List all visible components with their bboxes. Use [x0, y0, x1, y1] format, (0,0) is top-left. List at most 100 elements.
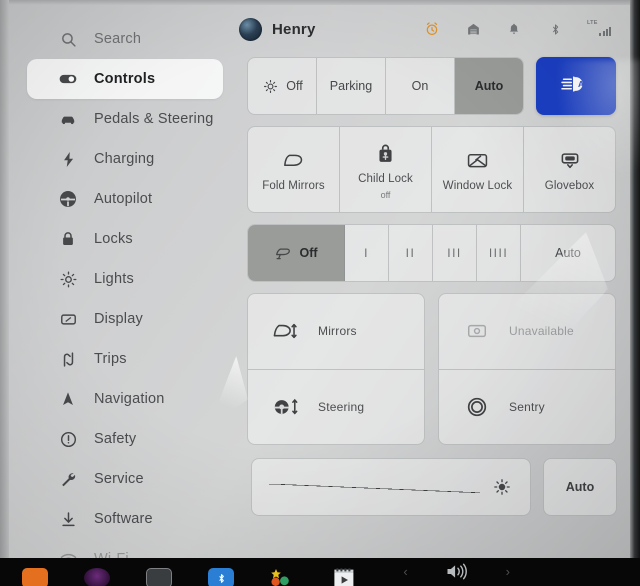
- brightness-auto-label: Auto: [565, 480, 595, 494]
- tile-label: Glovebox: [544, 179, 595, 192]
- camera-icon: [463, 320, 491, 342]
- brightness-slider[interactable]: [251, 458, 531, 516]
- wiper-off-option[interactable]: Off: [248, 225, 345, 281]
- bluetooth-app-icon[interactable]: [208, 568, 234, 586]
- profile-name: Henry: [272, 20, 316, 38]
- trips-icon: [57, 348, 79, 370]
- tile-label: Fold Mirrors: [262, 179, 325, 192]
- sidebar-item-locks[interactable]: Locks: [27, 219, 223, 259]
- bluetooth-icon[interactable]: [546, 20, 564, 38]
- wiper-speed-1-option[interactable]: I: [345, 225, 389, 281]
- lock-icon: [57, 228, 79, 250]
- sidebar-item-lights[interactable]: Lights: [27, 259, 223, 299]
- sidebar-item-trips[interactable]: Trips: [27, 339, 223, 379]
- sidebar-item-wifi[interactable]: Wi-Fi: [27, 539, 223, 558]
- sidebar-item-label: Charging: [94, 151, 155, 167]
- download-icon: [57, 508, 79, 530]
- mirror-adjust-icon: [272, 320, 300, 342]
- brightness-slider-track[interactable]: [266, 478, 480, 496]
- taskbar-media-controls: ‹ ›: [403, 558, 640, 586]
- glovebox-tile[interactable]: Glovebox: [524, 127, 615, 212]
- panel-label: Steering: [318, 399, 365, 414]
- media-previous-button[interactable]: ‹: [403, 565, 407, 578]
- auto-high-beam-button[interactable]: A: [536, 57, 616, 115]
- sidebar-item-navigation[interactable]: Navigation: [27, 379, 223, 419]
- sidebar-nav: Search Controls Pedals & Steering Chargi…: [9, 6, 231, 558]
- headlight-parking-option[interactable]: Parking: [317, 58, 386, 114]
- wiper-option-label: IIII: [488, 246, 509, 260]
- window-app-icon[interactable]: [146, 568, 172, 586]
- headlight-option-label: Parking: [329, 79, 373, 93]
- profile-button[interactable]: Henry: [239, 17, 316, 41]
- garage-home-icon[interactable]: [464, 20, 482, 38]
- volume-icon[interactable]: [444, 562, 470, 581]
- wiper-option-label: III: [447, 246, 462, 260]
- svg-text:A: A: [578, 79, 584, 89]
- headlight-auto-option[interactable]: Auto: [455, 58, 523, 114]
- wiper-speed-4-option[interactable]: IIII: [477, 225, 521, 281]
- sidebar-item-safety[interactable]: Safety: [27, 419, 223, 459]
- signal-bars: [599, 27, 611, 36]
- headlight-option-label: Off: [286, 79, 303, 93]
- adjustment-panels-row: Mirrors Steering Unavailable Sentry: [247, 293, 616, 445]
- child-lock-icon: [374, 142, 398, 166]
- headlights-row: Off Parking On Auto A: [247, 57, 616, 115]
- mirror-steering-panel: Mirrors Steering: [247, 293, 425, 445]
- brightness-auto-button[interactable]: Auto: [543, 458, 617, 516]
- sidebar-item-controls[interactable]: Controls: [27, 59, 223, 99]
- sidebar-item-label: Autopilot: [94, 191, 153, 207]
- screen-photo: Search Controls Pedals & Steering Chargi…: [0, 0, 640, 586]
- sidebar-item-charging[interactable]: Charging: [27, 139, 223, 179]
- wiper-speed-3-option[interactable]: III: [433, 225, 477, 281]
- purple-app-icon[interactable]: [84, 568, 110, 586]
- steering-adjust-icon: [272, 396, 300, 418]
- sidebar-item-autopilot[interactable]: Autopilot: [27, 179, 223, 219]
- sidebar-item-label: Display: [94, 311, 143, 327]
- media-next-button[interactable]: ›: [506, 565, 510, 578]
- lte-signal-icon[interactable]: LTE: [587, 20, 611, 38]
- orange-app-icon[interactable]: [22, 568, 48, 586]
- sidebar-item-label: Wi-Fi: [94, 551, 129, 558]
- status-bar: Henry LTE: [231, 10, 630, 48]
- steering-adjust-row[interactable]: Steering: [248, 370, 424, 445]
- avatar: [239, 17, 262, 41]
- window-lock-tile[interactable]: Window Lock: [432, 127, 524, 212]
- sentry-icon: [463, 396, 491, 418]
- sidebar-item-label: Search: [94, 31, 142, 47]
- child-lock-tile[interactable]: Child Lock off: [340, 127, 432, 212]
- video-app-icon[interactable]: [332, 568, 358, 586]
- bolt-icon: [57, 148, 79, 170]
- sidebar-item-label: Service: [94, 471, 144, 487]
- tesla-touchscreen-ui: Search Controls Pedals & Steering Chargi…: [0, 0, 640, 558]
- wiper-option-label: I: [364, 246, 369, 260]
- headlight-option-label: On: [411, 79, 429, 93]
- tile-sublabel: off: [380, 189, 391, 200]
- lte-label: LTE: [587, 20, 598, 26]
- sidebar-item-label: Navigation: [94, 391, 165, 407]
- wiper-speed-2-option[interactable]: II: [389, 225, 433, 281]
- sidebar-item-label: Pedals & Steering: [94, 111, 214, 127]
- sidebar-item-search[interactable]: Search: [27, 19, 223, 59]
- headlight-off-option[interactable]: Off: [248, 58, 317, 114]
- wiper-auto-option[interactable]: Auto: [521, 225, 615, 281]
- sidebar-item-display[interactable]: Display: [27, 299, 223, 339]
- alarm-clock-icon[interactable]: [423, 20, 441, 38]
- sidebar-item-pedals-steering[interactable]: Pedals & Steering: [27, 99, 223, 139]
- wiper-option-label: Auto: [555, 246, 581, 260]
- headlight-mode-segmented: Off Parking On Auto: [247, 57, 524, 115]
- bell-icon[interactable]: [505, 20, 523, 38]
- sidebar-item-software[interactable]: Software: [27, 499, 223, 539]
- sentry-mode-row[interactable]: Sentry: [439, 370, 615, 445]
- mirrors-adjust-row[interactable]: Mirrors: [248, 294, 424, 370]
- sidebar-item-service[interactable]: Service: [27, 459, 223, 499]
- camera-sentry-panel: Unavailable Sentry: [438, 293, 616, 445]
- headlight-on-option[interactable]: On: [386, 58, 455, 114]
- screen-bezel-left: [0, 0, 9, 558]
- controls-content: Henry LTE Off Parking On Auto A Fold Mir…: [231, 0, 630, 558]
- auto-high-beam-icon: A: [561, 72, 591, 101]
- steering-wheel-icon: [57, 188, 79, 210]
- car-icon: [57, 108, 79, 130]
- fold-mirrors-tile[interactable]: Fold Mirrors: [248, 127, 340, 212]
- panel-label: Sentry: [509, 399, 545, 414]
- store-app-icon[interactable]: [270, 568, 296, 586]
